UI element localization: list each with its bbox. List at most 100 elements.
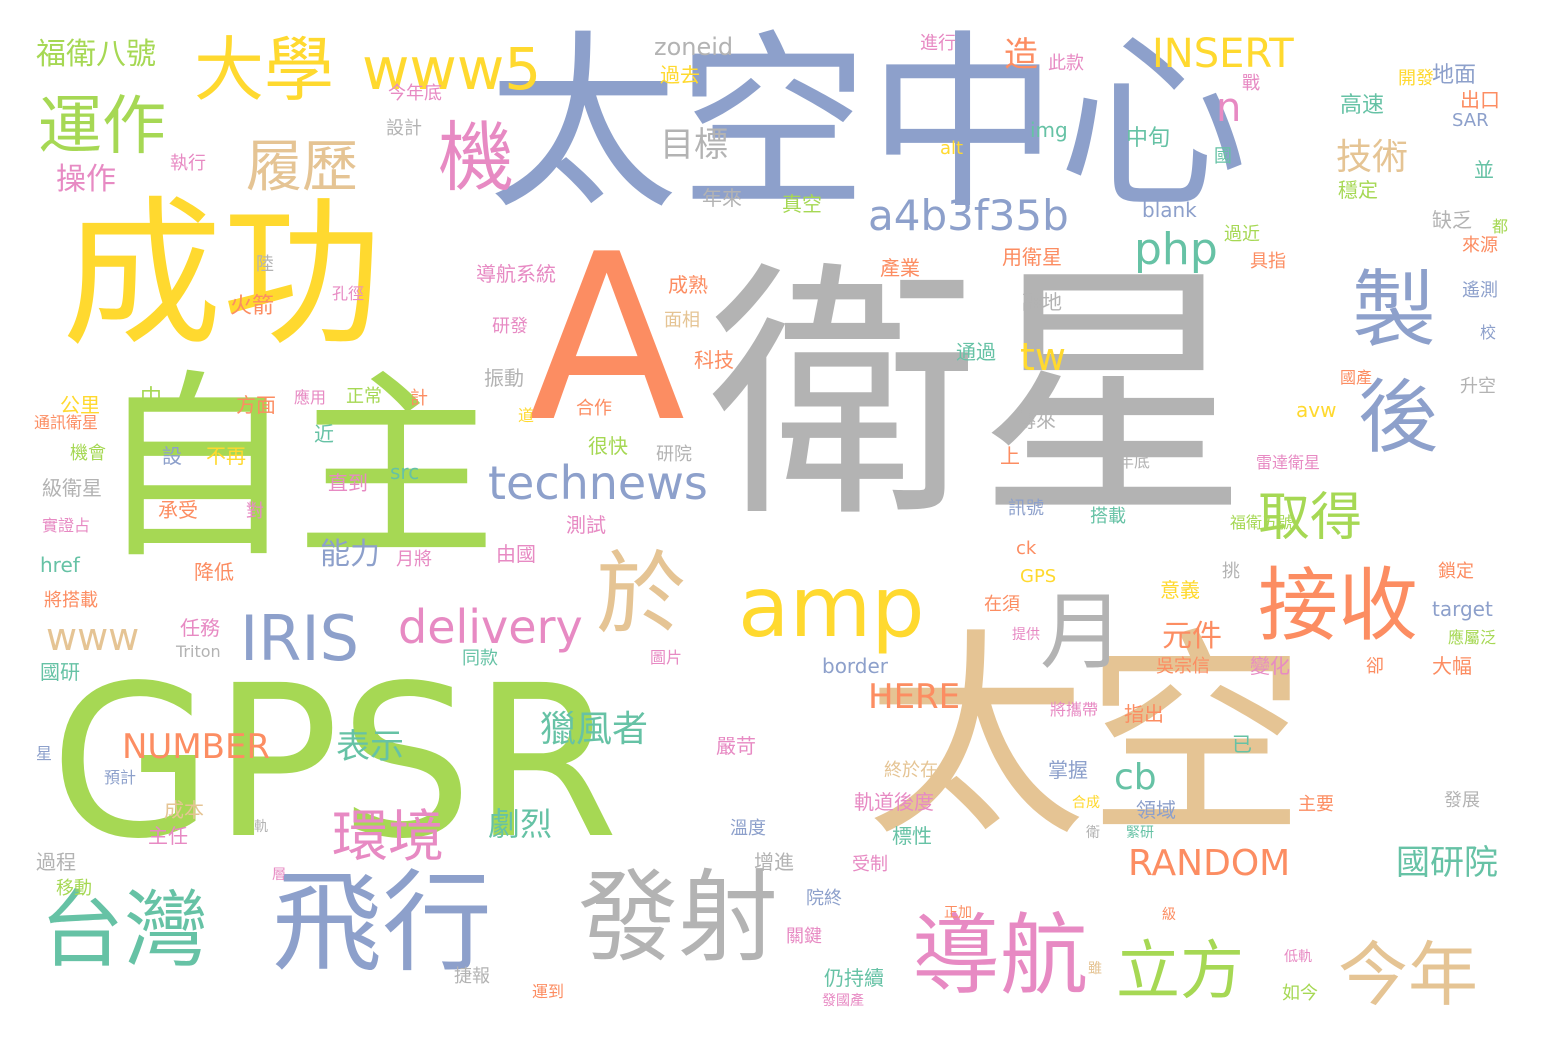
cloud-word: 開發 (1398, 68, 1434, 89)
cloud-word: 大幅 (1432, 654, 1472, 678)
cloud-word: 搭載 (1090, 506, 1126, 527)
cloud-word: 掌握 (1048, 758, 1088, 782)
cloud-word: 校 (1480, 323, 1497, 342)
cloud-word: 不再 (206, 444, 246, 468)
cloud-word: 福衛八號 (36, 37, 156, 72)
cloud-word: 過程 (36, 850, 76, 874)
cloud-word: 真空 (782, 192, 822, 216)
cloud-word: 增進 (754, 850, 794, 874)
cloud-word: 年來 (702, 186, 742, 210)
cloud-word: 元件 (1162, 619, 1222, 654)
cloud-word: Triton (176, 642, 221, 661)
cloud-word: 合作 (576, 398, 612, 419)
cloud-word: 導航 (912, 904, 1089, 1007)
cloud-word: 面相 (664, 310, 700, 331)
cloud-word: 獵風者 (540, 709, 649, 750)
cloud-word: tw (1020, 335, 1066, 379)
cloud-word: 直到 (328, 471, 368, 495)
cloud-word: 過去 (660, 63, 700, 87)
cloud-word: cb (1114, 757, 1157, 798)
cloud-word: 仍持續 (824, 966, 884, 990)
cloud-word: 級 (1162, 907, 1176, 923)
cloud-word: 執行 (170, 153, 206, 174)
cloud-word: 通訊衛星 (34, 413, 99, 432)
cloud-word: zoneid (654, 33, 734, 61)
cloud-word: HERE (868, 677, 961, 717)
cloud-word: 如今 (1282, 983, 1318, 1004)
cloud-word: 中旬 (1126, 126, 1171, 151)
cloud-word: 設 (162, 444, 182, 468)
cloud-word: 國產 (1340, 368, 1373, 387)
cloud-word: 領域 (1136, 798, 1176, 822)
cloud-word: 近 (314, 422, 334, 446)
cloud-word: 年底 (1118, 452, 1151, 471)
cloud-word: 同款 (462, 648, 498, 669)
cloud-word: 對 (246, 501, 264, 522)
cloud-word: 任務 (180, 616, 220, 640)
cloud-word: 低軌 (1284, 949, 1312, 965)
cloud-word: 發展 (1444, 790, 1480, 811)
cloud-word: 成熟 (668, 273, 708, 297)
cloud-word: 通過 (956, 340, 996, 364)
cloud-word: 星 (36, 744, 53, 763)
cloud-word: 發射 (578, 859, 778, 976)
cloud-word: 移動 (56, 878, 92, 899)
cloud-word: 捷報 (454, 966, 490, 987)
cloud-word: 中 (140, 386, 163, 411)
cloud-word: A (528, 206, 686, 473)
cloud-word: 穩定 (1338, 178, 1378, 202)
cloud-word: 合成 (1072, 795, 1100, 811)
cloud-word: ck (1016, 538, 1037, 559)
cloud-word: 衛星 (708, 239, 1248, 554)
cloud-word: 設計 (386, 118, 422, 139)
cloud-word: RANDOM (1128, 843, 1291, 884)
cloud-word: 衛 (1086, 825, 1100, 841)
cloud-word: 計 (410, 388, 428, 409)
cloud-word: 由國 (496, 542, 536, 566)
cloud-word: 正常 (346, 386, 382, 407)
cloud-word: 將攜帶 (1050, 700, 1099, 719)
cloud-word: 公里 (60, 393, 100, 417)
cloud-word: 機會 (70, 443, 106, 464)
cloud-word: GPS (1020, 566, 1057, 587)
cloud-word: NUMBER (122, 727, 271, 767)
cloud-word: 月將 (396, 549, 432, 570)
cloud-word: 戰 (1242, 73, 1260, 94)
cloud-word: border (822, 654, 889, 678)
cloud-word: blank (1142, 198, 1197, 222)
cloud-word: 研院 (656, 444, 692, 465)
cloud-word: 預計 (104, 768, 137, 787)
cloud-word: 並 (1474, 158, 1494, 182)
cloud-word: SAR (1452, 110, 1489, 131)
cloud-word: src (390, 460, 420, 484)
cloud-word: 在須 (984, 594, 1020, 615)
cloud-word: 將搭載 (44, 590, 98, 611)
cloud-word: 此款 (1048, 53, 1084, 74)
cloud-word: 後 (1358, 371, 1438, 464)
cloud-word: 遙測 (1462, 280, 1498, 301)
cloud-word: a4b3f35b (868, 191, 1069, 240)
cloud-word: 卻 (1366, 656, 1384, 677)
cloud-word: 環境 (332, 805, 444, 870)
cloud-word: 挑 (1222, 561, 1240, 582)
cloud-word: 已 (1232, 732, 1252, 756)
cloud-word: 吳宗信 (1156, 656, 1210, 677)
cloud-word: 用衛星 (1002, 245, 1062, 269)
cloud-word: 鎖定 (1438, 561, 1474, 582)
cloud-word: href (40, 553, 80, 577)
cloud-word: 發國產 (822, 993, 864, 1009)
cloud-word: 地面 (1432, 63, 1477, 88)
cloud-word: 運到 (532, 982, 565, 1001)
cloud-word: 陸 (256, 254, 274, 275)
cloud-word: amp (738, 558, 925, 656)
cloud-word: 振動 (484, 366, 524, 390)
cloud-word: 過近 (1224, 224, 1260, 245)
cloud-word: 進行 (920, 33, 956, 54)
cloud-word: 提供 (1012, 627, 1040, 643)
cloud-word: 於 (596, 542, 686, 647)
cloud-word: 成功 (62, 181, 383, 368)
cloud-word: 造 (1004, 35, 1038, 75)
cloud-word: 機 (438, 113, 514, 202)
cloud-word: alt (940, 138, 964, 159)
cloud-word: 受制 (852, 854, 888, 875)
